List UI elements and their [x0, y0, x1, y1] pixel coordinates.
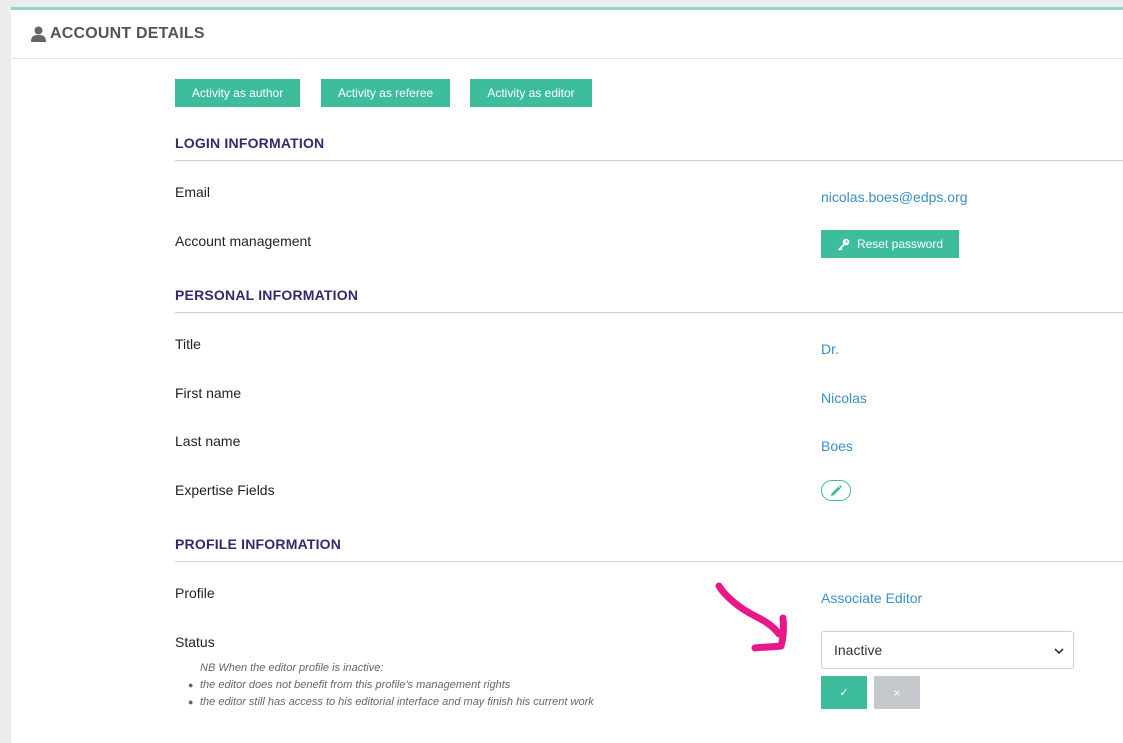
edit-expertise-button[interactable] [821, 480, 851, 501]
first-name-value[interactable]: Nicolas [821, 390, 867, 406]
expertise-fields-label: Expertise Fields [175, 482, 275, 498]
cancel-status-button[interactable]: × [874, 676, 920, 709]
title-label: Title [175, 336, 201, 352]
email-label: Email [175, 184, 211, 200]
chevron-down-icon [1053, 644, 1065, 656]
reset-password-label: Reset password [856, 237, 944, 251]
user-icon [31, 26, 46, 42]
bullet-dot: ● [188, 697, 194, 707]
profile-divider [175, 561, 1123, 562]
login-divider [175, 160, 1123, 161]
bullet-dot: ● [188, 680, 194, 690]
status-note-item: the editor does not benefit from this pr… [200, 679, 511, 691]
account-management-label: Account management [175, 233, 312, 249]
login-section-title: LOGIN INFORMATION [175, 135, 325, 151]
activity-as-referee-button[interactable]: Activity as referee [321, 79, 450, 107]
first-name-label: First name [175, 385, 242, 401]
activity-as-editor-button[interactable]: Activity as editor [470, 79, 592, 107]
status-label: Status [175, 634, 215, 650]
profile-section-title: PROFILE INFORMATION [175, 536, 342, 552]
panel-header: ACCOUNT DETAILS [11, 10, 1123, 59]
status-select[interactable]: Inactive [821, 631, 1074, 669]
pencil-icon [830, 484, 842, 497]
reset-password-button[interactable]: Reset password [821, 230, 959, 258]
profile-value[interactable]: Associate Editor [821, 590, 922, 606]
personal-divider [175, 312, 1123, 313]
status-select-value: Inactive [834, 642, 883, 658]
email-value[interactable]: nicolas.boes@edps.org [821, 189, 968, 205]
activity-as-author-button[interactable]: Activity as author [175, 79, 300, 107]
page-title: ACCOUNT DETAILS [50, 25, 205, 42]
confirm-status-button[interactable]: ✓ [821, 676, 867, 709]
personal-section-title: PERSONAL INFORMATION [175, 287, 359, 303]
last-name-value[interactable]: Boes [821, 438, 853, 454]
last-name-label: Last name [175, 433, 241, 449]
key-icon [837, 238, 850, 251]
status-note-item: the editor still has access to his edito… [200, 696, 594, 708]
profile-label: Profile [175, 585, 215, 601]
title-value[interactable]: Dr. [821, 341, 839, 357]
annotation-arrow-icon [715, 582, 787, 652]
account-details-panel: ACCOUNT DETAILS Activity as author Activ… [11, 7, 1123, 743]
status-note-heading: NB When the editor profile is inactive: [200, 662, 384, 674]
